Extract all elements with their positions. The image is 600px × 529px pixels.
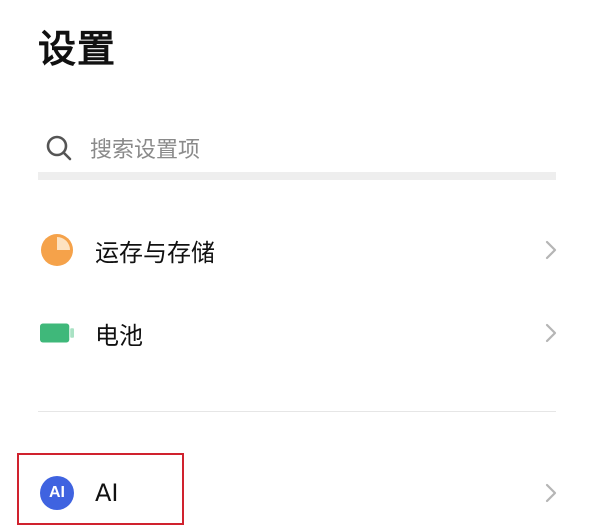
search-icon [44,133,74,163]
battery-icon [40,316,74,350]
page-title: 设置 [38,27,117,71]
search-underline [38,172,556,180]
settings-page: 设置 搜索设置项 运存与存储 电池 AI AI [0,0,600,529]
settings-item-label: 电池 [95,321,143,350]
section-divider [38,411,556,412]
chevron-right-icon [544,322,558,344]
highlight-box [17,453,184,525]
pie-chart-icon [40,233,74,267]
chevron-right-icon [544,482,558,504]
settings-item-battery[interactable]: 电池 [0,301,600,365]
search-bar[interactable]: 搜索设置项 [38,120,556,176]
settings-item-label: 运存与存储 [95,238,215,267]
settings-item-storage[interactable]: 运存与存储 [0,218,600,282]
chevron-right-icon [544,239,558,261]
search-placeholder: 搜索设置项 [90,138,201,163]
